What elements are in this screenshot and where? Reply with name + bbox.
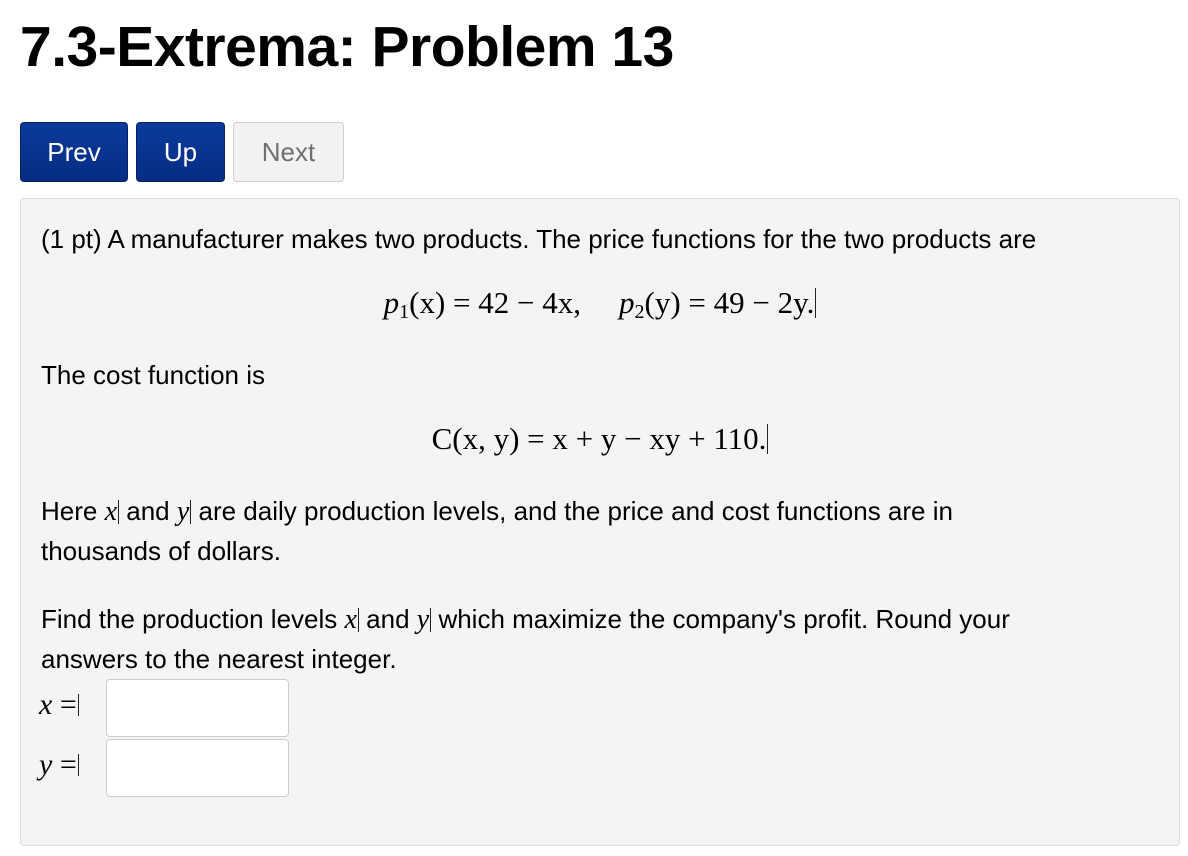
answer-x-input[interactable]: [106, 679, 289, 737]
question-text: which maximize the company's profit. Rou…: [431, 604, 1010, 634]
answer-y-var: y: [39, 748, 53, 781]
explanation-line-2: thousands of dollars.: [41, 536, 281, 566]
p1-subscript: 1: [399, 301, 410, 323]
prev-button[interactable]: Prev: [20, 122, 128, 182]
p2-subscript: 2: [634, 301, 645, 323]
equals-sign: =: [59, 688, 77, 721]
answer-x-var: x: [39, 688, 53, 721]
problem-intro: (1 pt) A manufacturer makes two products…: [41, 224, 1037, 254]
var-y: y: [416, 604, 430, 635]
cost-intro: The cost function is: [41, 360, 265, 390]
math-cursor: [767, 424, 769, 454]
explanation-text: are daily production levels, and the pri…: [191, 496, 953, 526]
math-cursor: [77, 694, 79, 716]
answer-y-label: y =: [39, 745, 79, 785]
var-x: x: [344, 604, 357, 635]
question-text: and: [358, 604, 417, 634]
up-button[interactable]: Up: [136, 122, 225, 182]
question-line-2: answers to the nearest integer.: [41, 644, 397, 674]
p2-definition: = 49 − 2y.: [688, 285, 815, 320]
var-y: y: [176, 496, 190, 527]
var-x: x: [104, 496, 118, 527]
question-line-1: Find the production levels x and y which…: [41, 599, 1010, 640]
p1-name: p: [383, 285, 400, 320]
p2-argument: (y): [644, 285, 681, 320]
answer-y-input[interactable]: [106, 739, 289, 797]
equals-sign: =: [59, 748, 77, 781]
p1-definition: = 42 − 4x,: [453, 285, 581, 320]
next-button: Next: [233, 122, 344, 182]
p2-name: p: [619, 285, 635, 320]
cost-function-text: C(x, y) = x + y − xy + 110.: [431, 421, 767, 456]
p1-argument: (x): [409, 285, 446, 320]
explanation-text: and: [119, 496, 177, 526]
explanation-text: Here: [41, 496, 105, 526]
problem-box: (1 pt) A manufacturer makes two products…: [20, 198, 1180, 846]
question-text: Find the production levels: [41, 604, 345, 634]
explanation-line-1: Here x and y are daily production levels…: [41, 491, 953, 532]
price-functions: p1(x) = 42 − 4x, p2(y) = 49 − 2y.: [21, 285, 1179, 324]
math-cursor: [77, 754, 79, 776]
cost-function: C(x, y) = x + y − xy + 110.: [21, 421, 1179, 457]
math-cursor: [815, 288, 817, 318]
answer-x-label: x =: [39, 685, 79, 725]
page-title: 7.3-Extrema: Problem 13: [20, 15, 674, 79]
